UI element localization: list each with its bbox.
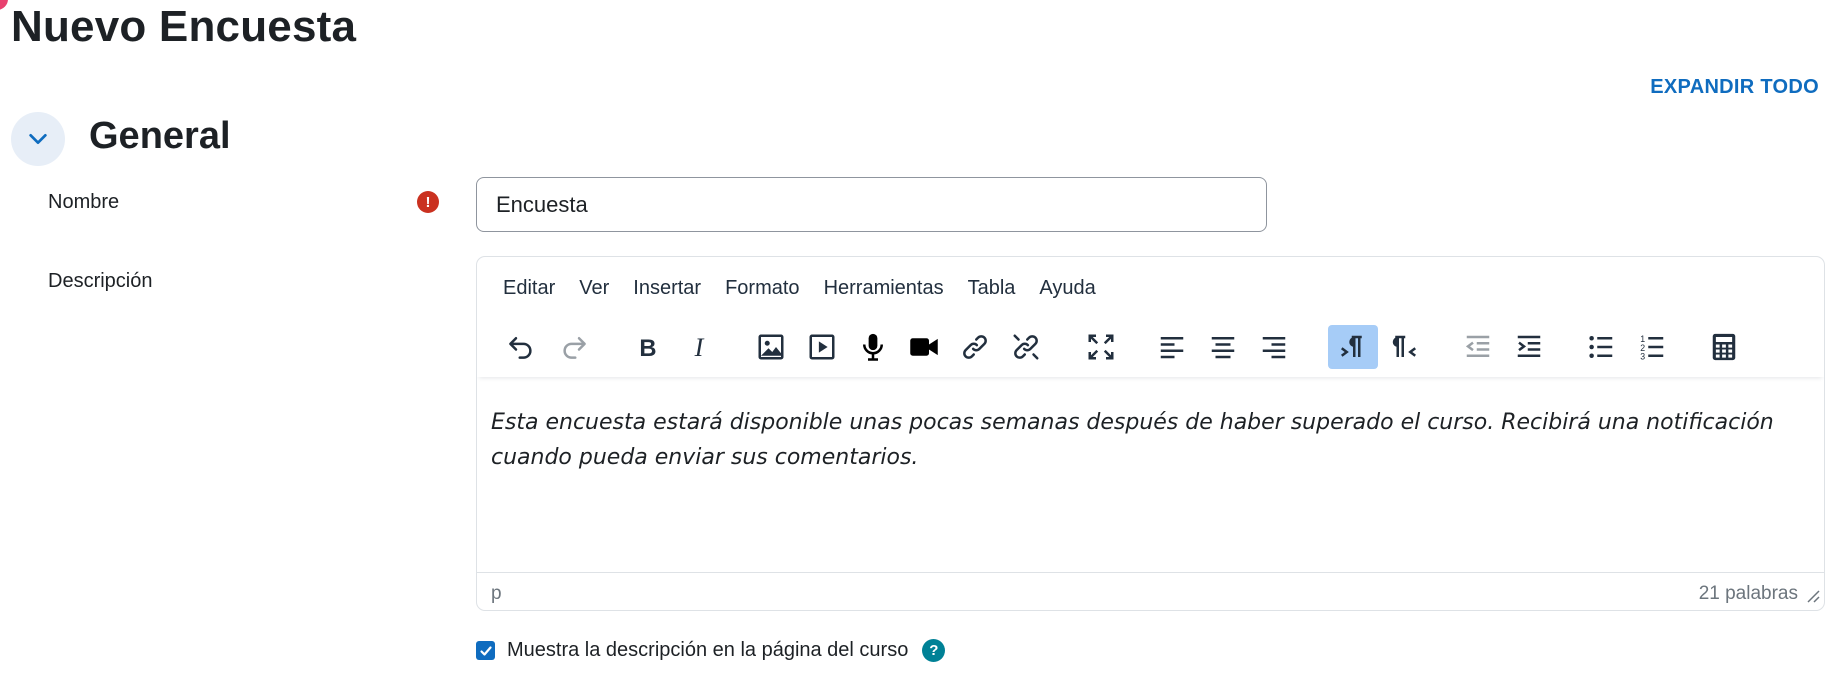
align-left-icon	[1160, 337, 1184, 359]
show-description-checkbox[interactable]	[476, 641, 495, 660]
name-label: Nombre	[48, 191, 120, 213]
align-center-button[interactable]	[1198, 325, 1248, 369]
unlink-button[interactable]	[1001, 325, 1051, 369]
svg-text:I: I	[694, 333, 705, 362]
show-description-row: Muestra la descripción en la página del …	[476, 639, 946, 662]
fullscreen-icon	[1088, 334, 1114, 360]
indent-icon	[1517, 335, 1541, 357]
italic-button[interactable]: I	[674, 325, 724, 369]
editor-toolbar: B I 1 2 3	[477, 325, 1824, 377]
rtl-button[interactable]	[1379, 325, 1429, 369]
record-video-icon	[910, 338, 938, 356]
show-description-label: Muestra la descripción en la página del …	[507, 639, 909, 661]
menu-editar[interactable]: Editar	[491, 271, 567, 306]
checkmark-icon	[479, 645, 492, 656]
bullet-list-icon	[1589, 336, 1613, 358]
indent-button[interactable]	[1504, 325, 1554, 369]
element-path[interactable]: p	[491, 583, 502, 605]
ltr-button[interactable]	[1328, 325, 1378, 369]
undo-icon	[509, 337, 532, 359]
editor-content[interactable]: Esta encuesta estará disponible unas poc…	[491, 405, 1794, 475]
image-button[interactable]	[746, 325, 796, 369]
resize-handle-icon[interactable]	[1806, 589, 1820, 603]
required-icon: !	[417, 191, 439, 213]
name-input[interactable]	[476, 177, 1267, 232]
bold-icon: B	[639, 335, 656, 362]
equation-editor-button[interactable]	[1699, 325, 1749, 369]
italic-icon: I	[694, 333, 705, 362]
page-title: Nuevo Encuesta	[11, 2, 357, 51]
svg-text:B: B	[639, 335, 656, 362]
chevron-down-icon	[29, 133, 47, 145]
svg-text:3: 3	[1640, 352, 1645, 362]
menu-formato[interactable]: Formato	[713, 271, 811, 306]
link-button[interactable]	[950, 325, 1000, 369]
bullet-list-button[interactable]	[1576, 325, 1626, 369]
link-icon	[963, 335, 987, 359]
menu-ayuda[interactable]: Ayuda	[1027, 271, 1107, 306]
menu-ver[interactable]: Ver	[567, 271, 621, 306]
help-icon[interactable]: ?	[922, 639, 946, 662]
outdent-icon	[1465, 335, 1490, 357]
section-collapse-toggle[interactable]	[11, 112, 65, 166]
media-icon	[809, 334, 835, 360]
editor-menubar: Editar Ver Insertar Formato Herramientas…	[477, 257, 1824, 319]
numbered-list-button[interactable]: 123	[1627, 325, 1677, 369]
rtl-icon	[1392, 335, 1416, 357]
align-center-icon	[1211, 337, 1235, 359]
fullscreen-button[interactable]	[1076, 325, 1126, 369]
notification-dot	[0, 0, 8, 10]
ltr-icon	[1341, 335, 1362, 357]
editor-statusbar: p 21 palabras	[477, 572, 1824, 610]
expand-all-link[interactable]: EXPANDIR TODO	[1650, 76, 1819, 99]
align-left-button[interactable]	[1147, 325, 1197, 369]
menu-insertar[interactable]: Insertar	[621, 271, 713, 306]
unlink-icon	[1013, 334, 1039, 360]
image-icon	[758, 334, 784, 360]
equation-editor-icon	[1712, 333, 1736, 361]
outdent-button[interactable]	[1453, 325, 1503, 369]
menu-herramientas[interactable]: Herramientas	[812, 271, 956, 306]
align-right-icon	[1262, 337, 1286, 359]
align-right-button[interactable]	[1249, 325, 1299, 369]
media-button[interactable]	[797, 325, 847, 369]
record-audio-button[interactable]	[848, 325, 898, 369]
word-count: 21 palabras	[1698, 583, 1798, 604]
menu-tabla[interactable]: Tabla	[956, 271, 1028, 306]
redo-button[interactable]	[549, 325, 599, 369]
bold-button[interactable]: B	[623, 325, 673, 369]
record-video-button[interactable]	[899, 325, 949, 369]
numbered-list-icon: 123	[1640, 334, 1664, 362]
description-label: Descripción	[48, 270, 153, 292]
redo-icon	[563, 337, 586, 359]
description-editor: Editar Ver Insertar Formato Herramientas…	[476, 256, 1825, 611]
section-title: General	[89, 115, 231, 157]
undo-button[interactable]	[496, 325, 546, 369]
record-audio-icon	[863, 333, 883, 361]
